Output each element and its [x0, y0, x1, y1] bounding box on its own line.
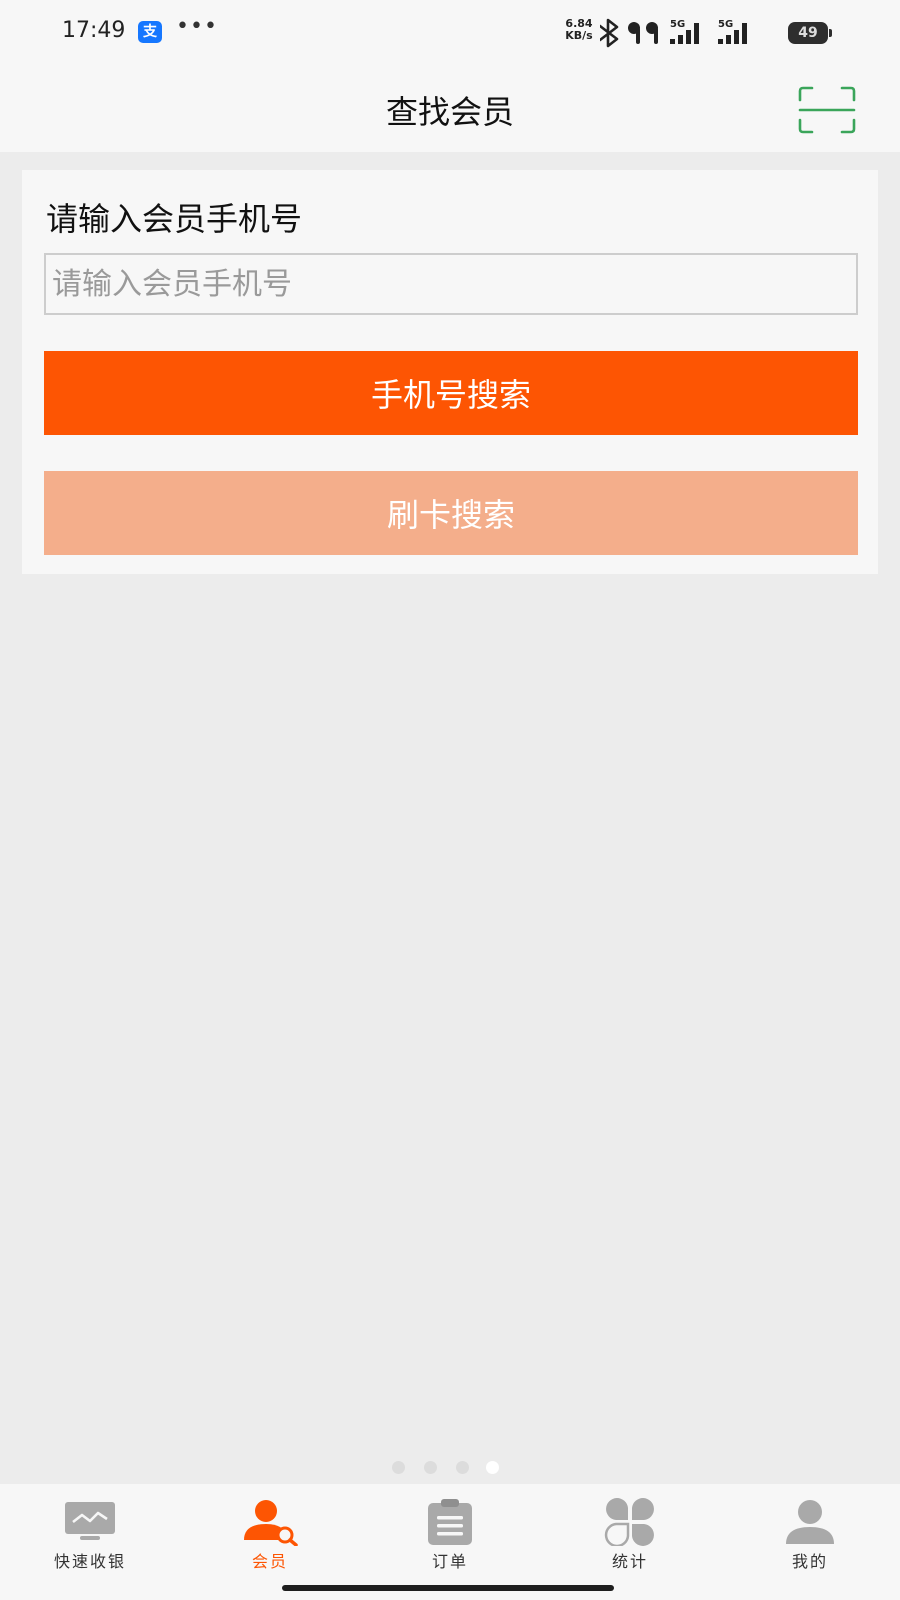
tab-orders[interactable]: 订单 — [360, 1490, 540, 1574]
phone-input[interactable] — [44, 253, 858, 315]
earbuds-icon — [628, 22, 658, 44]
scan-icon — [798, 86, 856, 134]
tab-mine[interactable]: 我的 — [720, 1490, 900, 1574]
member-search-card: 请输入会员手机号 手机号搜索 刷卡搜索 — [22, 170, 878, 574]
bluetooth-icon — [598, 18, 619, 48]
scan-button[interactable] — [798, 86, 856, 134]
battery-icon: 49 — [788, 22, 832, 44]
network-speed: 6.84 KB/s — [562, 18, 596, 42]
page-dot-active — [486, 1461, 499, 1474]
home-indicator[interactable] — [282, 1585, 614, 1591]
bottom-tab-bar: 快速收银 会员 订单 统计 我的 — [0, 1484, 900, 1600]
page-dot — [392, 1461, 405, 1474]
tab-member[interactable]: 会员 — [180, 1490, 360, 1574]
page-dot — [424, 1461, 437, 1474]
clipboard-icon — [428, 1499, 472, 1545]
tab-quick-checkout[interactable]: 快速收银 — [0, 1490, 180, 1574]
page-title: 查找会员 — [385, 93, 514, 131]
page-indicator — [392, 1458, 512, 1476]
page-dot — [456, 1461, 469, 1474]
network-speed-unit: KB/s — [565, 29, 593, 42]
tab-label: 订单 — [431, 1552, 468, 1571]
phone-label: 请输入会员手机号 — [46, 200, 303, 238]
monitor-chart-icon — [65, 1502, 115, 1540]
signal-2-label: 5G — [718, 19, 733, 30]
tab-label: 快速收银 — [53, 1552, 126, 1571]
tab-statistics[interactable]: 统计 — [540, 1490, 720, 1574]
battery-tip — [829, 29, 832, 37]
status-icons: 5G 5G 49 — [598, 17, 840, 49]
user-icon — [786, 1500, 834, 1544]
status-bar: 17:49 支 ••• 6.84 KB/s 5G 5G 49 — [0, 0, 900, 64]
app-header: 查找会员 — [0, 64, 900, 152]
battery-level: 49 — [798, 25, 818, 41]
tab-label: 统计 — [611, 1552, 648, 1571]
status-time: 17:49 — [62, 18, 126, 43]
tab-label: 我的 — [791, 1552, 828, 1571]
signal-1-label: 5G — [670, 19, 685, 30]
grid-petals-icon — [604, 1498, 654, 1546]
alipay-icon: 支 — [138, 21, 162, 43]
card-search-button[interactable]: 刷卡搜索 — [44, 471, 858, 555]
phone-search-button[interactable]: 手机号搜索 — [44, 351, 858, 435]
tab-label: 会员 — [251, 1552, 288, 1571]
member-search-icon — [244, 1500, 298, 1546]
more-notifications-icon: ••• — [176, 14, 218, 39]
